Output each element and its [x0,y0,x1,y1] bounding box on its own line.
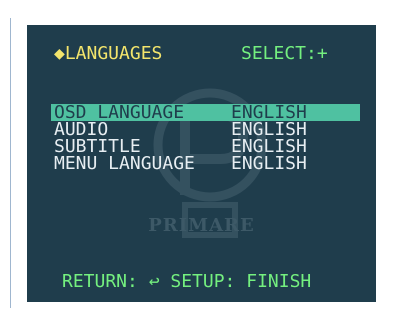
menu-row-label: MENU LANGUAGE [54,153,195,174]
language-menu: OSD LANGUAGE ENGLISH AUDIO ENGLISH SUBTI… [51,104,360,174]
page-title: ◆LANGUAGES [54,43,163,64]
menu-row-menu-language[interactable]: MENU LANGUAGE ENGLISH [51,153,360,174]
left-divider [10,18,11,308]
select-hint: SELECT:+ [241,43,328,64]
osd-screen: PRIMARE ◆LANGUAGES SELECT:+ OSD LANGUAGE… [27,25,376,302]
menu-row-value: ENGLISH [231,153,307,174]
footer-hint: RETURN: ↩ SETUP: FINISH [62,271,312,292]
